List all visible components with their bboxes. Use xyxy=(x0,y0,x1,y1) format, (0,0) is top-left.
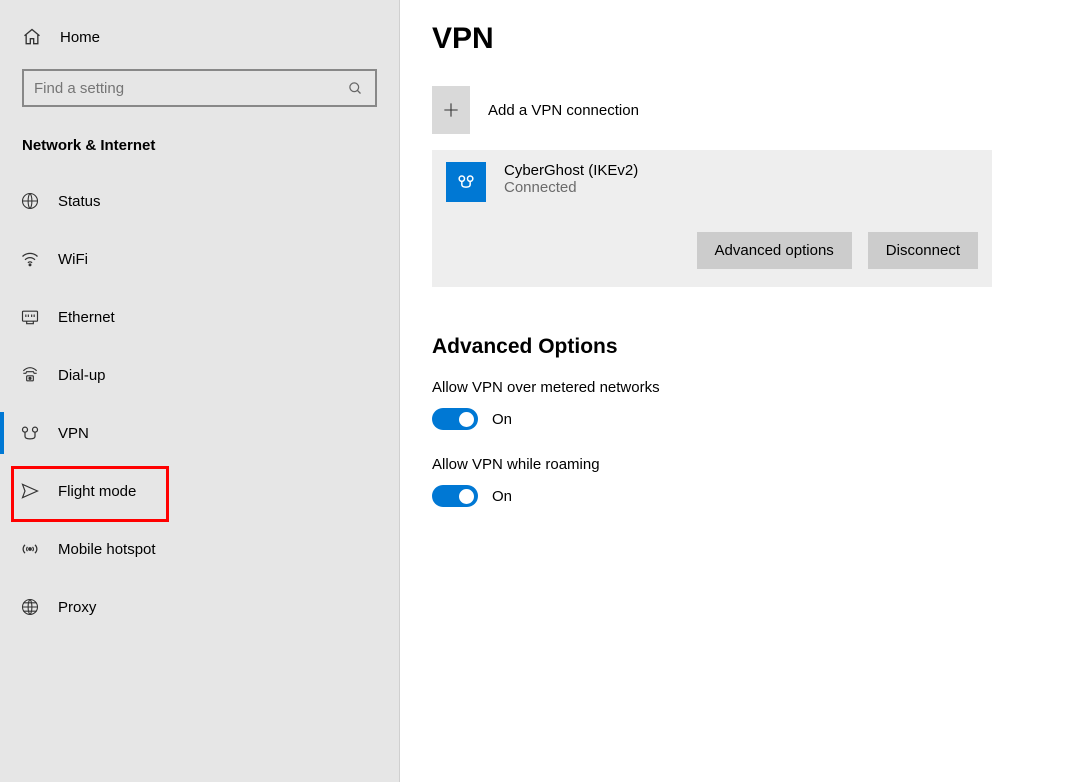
page-title: VPN xyxy=(432,22,1046,56)
sidebar-item-label: Flight mode xyxy=(58,483,136,500)
sidebar-item-proxy[interactable]: Proxy xyxy=(0,578,399,636)
sidebar-item-status[interactable]: Status xyxy=(0,172,399,230)
wifi-icon xyxy=(20,249,40,269)
sidebar-item-label: Mobile hotspot xyxy=(58,541,156,558)
vpn-card-buttons: Advanced options Disconnect xyxy=(446,232,978,269)
search-input[interactable] xyxy=(34,80,334,97)
airplane-icon xyxy=(20,481,40,501)
sidebar-home-label: Home xyxy=(60,29,100,46)
plus-icon xyxy=(432,86,470,134)
sidebar-item-label: VPN xyxy=(58,425,89,442)
sidebar-item-label: WiFi xyxy=(58,251,88,268)
sidebar-item-flightmode[interactable]: Flight mode xyxy=(0,462,399,520)
advanced-options-button[interactable]: Advanced options xyxy=(697,232,852,269)
sidebar-category: Network & Internet xyxy=(0,129,399,172)
sidebar-item-vpn[interactable]: VPN xyxy=(0,404,399,462)
vpn-card-text: CyberGhost (IKEv2) Connected xyxy=(504,162,638,202)
proxy-icon xyxy=(20,597,40,617)
toggle-metered-group: Allow VPN over metered networks On xyxy=(432,379,1046,430)
sidebar-item-ethernet[interactable]: Ethernet xyxy=(0,288,399,346)
status-icon xyxy=(20,191,40,211)
add-vpn-label: Add a VPN connection xyxy=(488,102,639,119)
toggle-roaming-label: Allow VPN while roaming xyxy=(432,456,1046,473)
sidebar-home[interactable]: Home xyxy=(0,0,399,69)
vpn-connection-card[interactable]: CyberGhost (IKEv2) Connected Advanced op… xyxy=(432,150,992,287)
toggle-metered-state: On xyxy=(492,411,512,428)
sidebar-item-label: Proxy xyxy=(58,599,96,616)
main-content: VPN Add a VPN connection CyberGhost (IKE… xyxy=(400,0,1078,782)
toggle-roaming-state: On xyxy=(492,488,512,505)
vpn-icon xyxy=(20,423,40,443)
sidebar-item-label: Dial-up xyxy=(58,367,106,384)
toggle-roaming[interactable] xyxy=(432,485,478,507)
sidebar-item-label: Status xyxy=(58,193,101,210)
ethernet-icon xyxy=(20,307,40,327)
add-vpn-row[interactable]: Add a VPN connection xyxy=(432,86,1046,134)
sidebar-item-wifi[interactable]: WiFi xyxy=(0,230,399,288)
toggle-metered[interactable] xyxy=(432,408,478,430)
toggle-roaming-group: Allow VPN while roaming On xyxy=(432,456,1046,507)
sidebar-item-label: Ethernet xyxy=(58,309,115,326)
vpn-connection-icon xyxy=(446,162,486,202)
vpn-status: Connected xyxy=(504,179,638,196)
sidebar: Home Network & Internet Status WiFi Ethe… xyxy=(0,0,400,782)
home-icon xyxy=(22,27,42,47)
disconnect-button[interactable]: Disconnect xyxy=(868,232,978,269)
advanced-options-title: Advanced Options xyxy=(432,335,1046,359)
hotspot-icon xyxy=(20,539,40,559)
toggle-metered-label: Allow VPN over metered networks xyxy=(432,379,1046,396)
search-input-container[interactable] xyxy=(22,69,377,107)
sidebar-item-dialup[interactable]: Dial-up xyxy=(0,346,399,404)
vpn-card-header: CyberGhost (IKEv2) Connected xyxy=(446,162,978,202)
sidebar-item-hotspot[interactable]: Mobile hotspot xyxy=(0,520,399,578)
search-icon xyxy=(345,78,365,98)
dialup-icon xyxy=(20,365,40,385)
vpn-name: CyberGhost (IKEv2) xyxy=(504,162,638,179)
